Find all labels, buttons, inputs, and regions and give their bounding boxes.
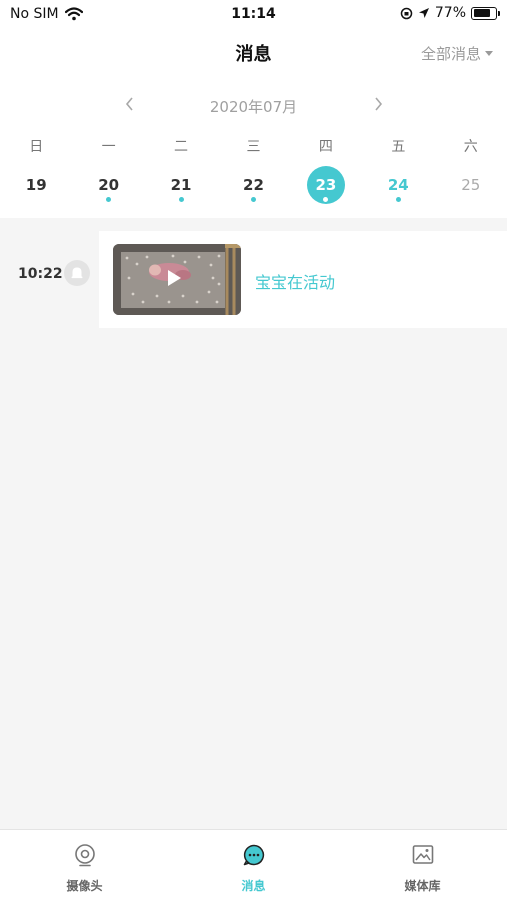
calendar-day[interactable]: 20 <box>72 166 144 206</box>
tab-camera[interactable]: 摄像头 <box>0 830 169 900</box>
event-title: 宝宝在活动 <box>255 273 336 292</box>
month-navigator: 2020年07月 <box>0 94 507 118</box>
calendar-day[interactable]: 22 <box>217 166 289 206</box>
weekday-header: 日 一 二 三 四 五 六 <box>0 136 507 156</box>
status-bar: No SIM 11:14 77% <box>0 0 507 28</box>
message-icon <box>243 844 264 866</box>
week-days: 19 20 21 22 23 24 25 <box>0 166 507 206</box>
calendar-day[interactable]: 19 <box>0 166 72 206</box>
event-time: 10:22 <box>18 266 63 282</box>
day-number: 19 <box>25 176 47 194</box>
weekday-label: 三 <box>246 139 261 155</box>
calendar-day[interactable]: 21 <box>145 166 217 206</box>
location-icon <box>418 8 429 18</box>
tab-label: 摄像头 <box>66 879 103 893</box>
header-area: No SIM 11:14 77% 消息 全部消息 2020年07月 日 一 二 … <box>0 0 507 218</box>
play-icon <box>168 270 181 286</box>
calendar-day[interactable]: 24 <box>362 166 434 206</box>
weekday-label: 二 <box>174 139 189 155</box>
battery-icon <box>471 6 500 20</box>
battery-percent: 77% <box>434 5 466 21</box>
weekday-label: 日 <box>29 139 44 155</box>
event-indicator-dot <box>395 197 401 202</box>
event-indicator-dot <box>178 197 184 202</box>
calendar-day-selected[interactable]: 23 <box>290 166 362 206</box>
tab-bar: 摄像头 消息 媒体库 <box>0 829 507 900</box>
tab-label: 消息 <box>241 879 266 893</box>
tab-messages[interactable]: 消息 <box>169 830 338 900</box>
event-indicator-dot <box>250 197 256 202</box>
tab-media-library[interactable]: 媒体库 <box>338 830 507 900</box>
caret-down-icon <box>485 51 493 56</box>
event-card[interactable]: 宝宝在活动 <box>99 231 507 328</box>
calendar-day[interactable]: 25 <box>435 166 507 206</box>
weekday-label: 五 <box>391 139 406 155</box>
day-number: 25 <box>461 176 481 194</box>
filter-label: 全部消息 <box>420 45 481 63</box>
gallery-icon <box>412 845 433 864</box>
orientation-lock-icon <box>400 7 413 19</box>
filter-dropdown[interactable]: 全部消息 <box>421 43 493 64</box>
tab-label: 媒体库 <box>404 879 441 893</box>
weekday-label: 四 <box>318 139 333 155</box>
weekday-label: 一 <box>101 139 116 155</box>
bell-icon <box>64 260 90 286</box>
weekday-label: 六 <box>463 139 478 155</box>
video-thumbnail[interactable] <box>113 244 241 315</box>
chevron-right-icon[interactable] <box>370 94 386 114</box>
month-label: 2020年07月 <box>209 98 298 116</box>
camera-icon <box>74 844 95 867</box>
